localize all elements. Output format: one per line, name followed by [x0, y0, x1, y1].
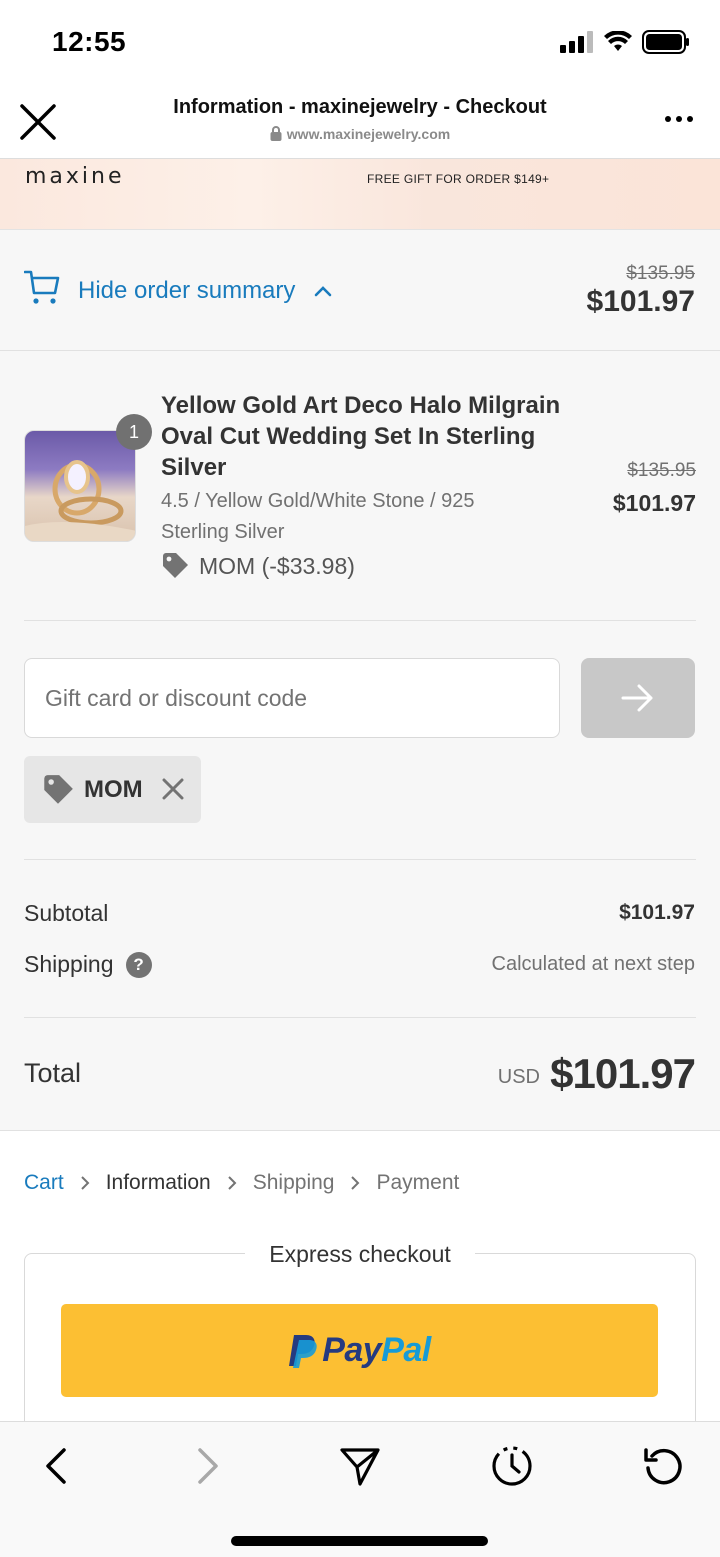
browser-bar: Information - maxinejewelry - Checkout w… — [0, 86, 720, 159]
divider — [24, 620, 696, 621]
breadcrumb: Cart Information Shipping Payment — [24, 1171, 459, 1195]
express-checkout-title-row: Express checkout — [0, 1241, 720, 1268]
divider — [24, 1017, 696, 1018]
paypal-logo-icon — [289, 1334, 317, 1368]
shipping-value: Calculated at next step — [491, 953, 695, 975]
checkout-main: Cart Information Shipping Payment Expres… — [0, 1130, 720, 1453]
summary-original-price: $135.95 — [626, 263, 695, 284]
page-title: Information - maxinejewelry - Checkout — [173, 96, 547, 118]
quantity-badge: 1 — [116, 414, 152, 450]
lock-icon — [270, 126, 282, 141]
battery-icon — [642, 30, 689, 54]
arrow-right-icon — [621, 684, 653, 712]
order-summary-toggle[interactable]: Hide order summary $135.95 $101.97 — [0, 231, 720, 351]
history-icon[interactable] — [490, 1444, 534, 1488]
more-icon[interactable] — [664, 114, 694, 124]
chevron-right-icon — [351, 1176, 360, 1190]
subtotal-label: Subtotal — [24, 900, 109, 926]
chevron-right-icon[interactable] — [186, 1444, 230, 1488]
item-price: $101.97 — [612, 490, 696, 516]
applied-discount-tag: MOM — [24, 756, 201, 823]
apply-discount-button[interactable] — [581, 658, 695, 738]
express-checkout-title: Express checkout — [245, 1241, 475, 1267]
page-url-text: www.maxinejewelry.com — [286, 126, 451, 142]
wifi-icon — [604, 31, 632, 51]
breadcrumb-information: Information — [105, 1171, 211, 1194]
browser-toolbar — [0, 1421, 720, 1557]
toggle-label: Hide order summary — [78, 277, 296, 304]
breadcrumb-payment: Payment — [376, 1171, 460, 1194]
chevron-left-icon[interactable] — [34, 1444, 78, 1488]
breadcrumb-shipping: Shipping — [252, 1171, 335, 1194]
cart-icon — [24, 270, 60, 304]
ring-image — [25, 460, 135, 541]
paypal-pay: Pay — [322, 1331, 382, 1369]
shipping-label: Shipping — [24, 951, 114, 977]
breadcrumb-cart[interactable]: Cart — [24, 1171, 64, 1195]
paypal-pal: Pal — [381, 1331, 431, 1369]
chevron-right-icon — [228, 1176, 237, 1190]
product-name: Yellow Gold Art Deco Halo Milgrain Oval … — [161, 392, 561, 481]
reload-icon[interactable] — [642, 1444, 686, 1488]
total-label: Total — [24, 1058, 82, 1088]
paypal-wordmark: PayPal — [322, 1331, 431, 1370]
divider — [24, 859, 696, 860]
applied-discount-code: MOM — [84, 775, 143, 803]
product-discount-text: MOM (-$33.98) — [199, 552, 355, 579]
status-bar: 12:55 — [0, 0, 720, 86]
signal-icon — [560, 31, 593, 53]
status-icons — [560, 30, 690, 54]
total-currency: USD — [497, 1066, 540, 1088]
chevron-right-icon — [80, 1176, 90, 1190]
remove-discount-icon[interactable] — [162, 778, 184, 800]
status-time: 12:55 — [52, 26, 127, 57]
home-indicator — [231, 1536, 488, 1546]
promo-banner: maxine FREE GIFT FOR ORDER $149+ — [0, 159, 720, 230]
line-item: 1 Yellow Gold Art Deco Halo Milgrain Ova… — [24, 390, 696, 590]
tag-icon — [163, 553, 188, 578]
page-url: www.maxinejewelry.com — [0, 126, 720, 142]
promo-text: FREE GIFT FOR ORDER $149+ — [367, 172, 550, 186]
send-icon[interactable] — [338, 1444, 382, 1488]
item-original-price: $135.95 — [627, 460, 696, 481]
paypal-button[interactable]: PayPal — [61, 1304, 658, 1397]
product-variant: 4.5 / Yellow Gold/White Stone / 925 Ster… — [161, 490, 475, 543]
discount-code-input[interactable] — [24, 658, 560, 738]
help-icon[interactable]: ? — [125, 952, 152, 978]
total-value: $101.97 — [550, 1050, 696, 1097]
tag-icon — [44, 774, 73, 804]
brand-logo[interactable]: maxine — [25, 164, 125, 189]
summary-price: $101.97 — [586, 285, 695, 318]
subtotal-value: $101.97 — [619, 901, 695, 924]
product-discount: MOM (-$33.98) — [161, 552, 355, 580]
chevron-up-icon — [314, 286, 332, 297]
product-image — [24, 430, 136, 542]
shipping-row: Shipping? — [24, 951, 152, 978]
